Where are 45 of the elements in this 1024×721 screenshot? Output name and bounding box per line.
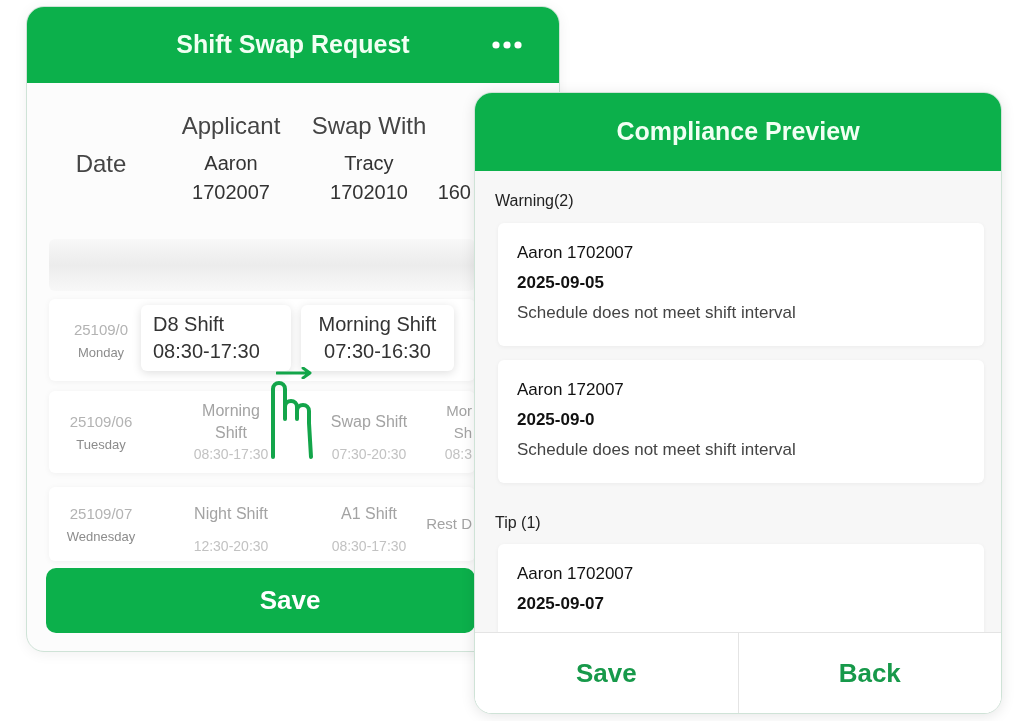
- shift-name: Swap Shift: [330, 412, 408, 432]
- section-heading: Warning(2): [495, 191, 574, 211]
- date-text: 25109/06: [69, 411, 133, 432]
- date-text: 2025-09-07: [517, 593, 604, 615]
- column-header: Date: [75, 150, 127, 178]
- person-name: Tracy: [344, 151, 394, 175]
- shift-time: 07:30-16:30: [324, 339, 431, 364]
- column-header: Swap With: [311, 112, 427, 140]
- shift-time: 12:30-20:30: [193, 537, 269, 556]
- weekday-text: Monday: [77, 343, 125, 362]
- person-text: Aaron 1702007: [517, 563, 634, 585]
- shift-name: Rest D: [426, 514, 472, 534]
- window-title: Compliance Preview: [616, 116, 860, 148]
- shift-time: 08:30-17:30: [153, 339, 261, 364]
- person-text: Aaron 172007: [517, 379, 624, 401]
- column-header: Applicant: [181, 112, 281, 140]
- shift-name: Night Shift: [194, 504, 268, 524]
- shift-time: 07:30-20:30: [331, 445, 407, 464]
- person-name: Aaron: [204, 151, 258, 175]
- date-text: 2025-09-0: [517, 409, 595, 431]
- date-text: 25109/07: [69, 503, 133, 524]
- save-button[interactable]: Save: [46, 568, 475, 633]
- shift-name: D8 Shift: [153, 312, 226, 337]
- employee-id: 1702007: [192, 180, 270, 204]
- shift-time: 08:30-17:30: [331, 537, 407, 556]
- date-text: 2025-09-05: [517, 272, 604, 294]
- window-title: Shift Swap Request: [176, 29, 410, 61]
- shift-name: A1 Shift: [341, 504, 397, 524]
- more-icon[interactable]: [492, 41, 522, 49]
- arrow-icon: [276, 367, 312, 379]
- employee-id: 160: [437, 180, 471, 204]
- person-text: Aaron 1702007: [517, 242, 634, 264]
- weekday-text: Wednesday: [66, 527, 136, 546]
- message-text: Schedule does not meet shift interval: [517, 439, 796, 461]
- footer-button[interactable]: Back: [737, 633, 1001, 713]
- shift-name: Morning Shift: [202, 401, 260, 443]
- date-text: 25109/0: [73, 319, 129, 340]
- shift-name: Mor Sh: [446, 401, 472, 443]
- message-text: Schedule does not meet shift interval: [517, 302, 796, 324]
- shift-time: 08:3: [444, 445, 472, 464]
- weekday-text: Tuesday: [76, 435, 126, 454]
- employee-id: 1702010: [330, 180, 408, 204]
- shift-name: Morning Shift: [318, 312, 437, 337]
- section-heading: Tip (1): [495, 513, 541, 533]
- shift-time: 08:30-17:30: [193, 445, 269, 464]
